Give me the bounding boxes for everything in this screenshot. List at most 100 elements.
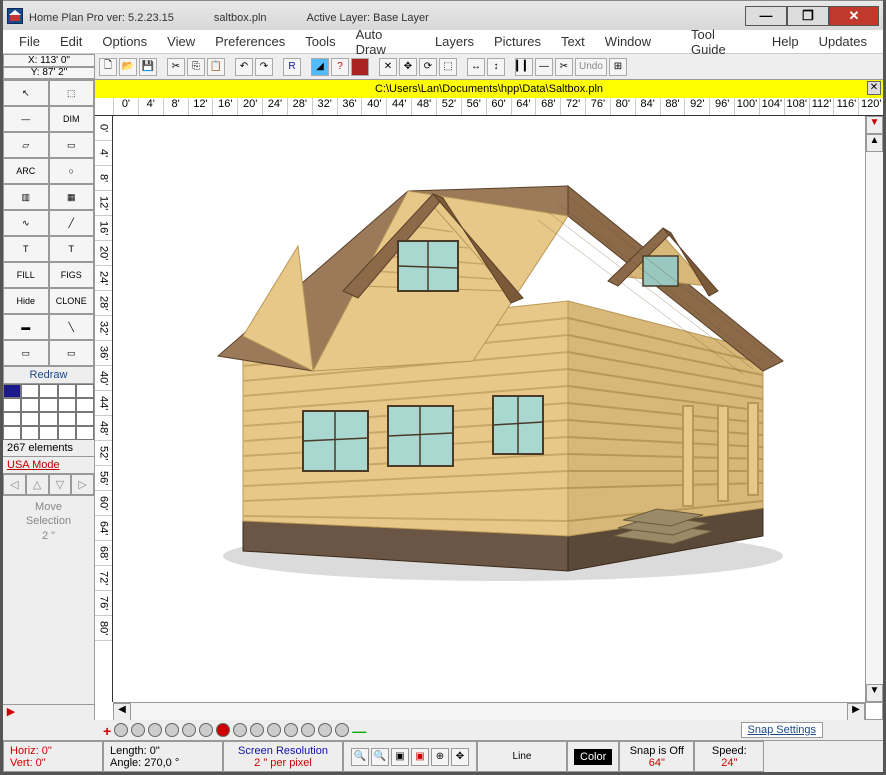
r-icon[interactable]: R: [283, 58, 301, 76]
tool-t[interactable]: T: [49, 236, 95, 262]
zoom-out-icon[interactable]: 🔍: [371, 748, 389, 766]
menu-edit[interactable]: Edit: [50, 31, 92, 52]
status-speed: Speed:24": [694, 741, 764, 772]
tool-clone[interactable]: CLONE: [49, 288, 95, 314]
scrollbar-horizontal[interactable]: ◀ ▶: [113, 702, 865, 720]
trim-icon[interactable]: ✂: [555, 58, 573, 76]
nudge-right-icon: ▷: [71, 474, 94, 495]
undo-label[interactable]: Undo: [575, 58, 607, 76]
title-text: Home Plan Pro ver: 5.2.23.15saltbox.plnA…: [29, 8, 745, 24]
delete-icon[interactable]: ✕: [379, 58, 397, 76]
nudge-arrows[interactable]: ◁△▽▷: [3, 474, 94, 496]
rotate-icon[interactable]: ⟳: [419, 58, 437, 76]
tool-╱[interactable]: ╱: [49, 210, 95, 236]
scroll-left-icon: ◀: [113, 703, 131, 721]
paste-icon[interactable]: 📋: [207, 58, 225, 76]
break-icon[interactable]: —: [535, 58, 553, 76]
scroll-up-icon: ▲: [866, 134, 883, 152]
maximize-button[interactable]: ❐: [787, 6, 829, 26]
tool-▭[interactable]: ▭: [49, 132, 95, 158]
menubar: File Edit Options View Preferences Tools…: [3, 30, 883, 54]
tool-▭[interactable]: ▭: [49, 340, 95, 366]
status-position: Horiz: 0"Vert: 0": [3, 741, 103, 772]
menu-window[interactable]: Window: [595, 31, 661, 52]
tool-▬[interactable]: ▬: [3, 314, 49, 340]
menu-view[interactable]: View: [157, 31, 205, 52]
tool-figs[interactable]: FIGS: [49, 262, 95, 288]
tool-▦[interactable]: ▦: [49, 184, 95, 210]
tool-▥[interactable]: ▥: [3, 184, 49, 210]
scroll-right-icon: ▶: [847, 703, 865, 721]
save-icon[interactable]: 💾: [139, 58, 157, 76]
menu-tools[interactable]: Tools: [295, 31, 345, 52]
menu-help[interactable]: Help: [762, 31, 809, 52]
tool-t[interactable]: T: [3, 236, 49, 262]
tool-▭[interactable]: ▭: [3, 340, 49, 366]
tool-∿[interactable]: ∿: [3, 210, 49, 236]
usa-mode[interactable]: USA Mode: [3, 457, 94, 474]
redraw-button[interactable]: Redraw: [3, 366, 94, 384]
house-rendering: [173, 136, 793, 586]
zoom-window-icon[interactable]: ▣: [391, 748, 409, 766]
snap-settings-link[interactable]: Snap Settings: [741, 722, 824, 738]
ruler-vertical: 0'4'8'12'16'20'24'28'32'36'40'44'48'52'5…: [95, 116, 113, 702]
menu-updates[interactable]: Updates: [809, 31, 877, 52]
move-selection-label: Move Selection 2 ": [3, 496, 94, 547]
exit-icon[interactable]: [351, 58, 369, 76]
fliph-icon[interactable]: ↔: [467, 58, 485, 76]
ruler-horizontal: 0'4'8'12'16'20'24'28'32'36'40'44'48'52'5…: [95, 98, 883, 116]
align-icon[interactable]: ▎▎: [515, 58, 533, 76]
layer-remove-icon[interactable]: —: [352, 723, 366, 737]
tool-hide[interactable]: Hide: [3, 288, 49, 314]
move-icon[interactable]: ✥: [399, 58, 417, 76]
tool-▱[interactable]: ▱: [3, 132, 49, 158]
status-tool: Line: [477, 741, 567, 772]
tool-⬚[interactable]: ⬚: [49, 80, 95, 106]
minimize-button[interactable]: —: [745, 6, 787, 26]
tool-sidebar: ↖⬚—DIM▱▭ARC○▥▦∿╱TTFILLFIGSHideCLONE▬╲▭▭ …: [3, 80, 95, 720]
tool-╲[interactable]: ╲: [49, 314, 95, 340]
coord-x: X: 113' 0": [3, 54, 95, 67]
new-icon[interactable]: 🗋: [99, 58, 117, 76]
help-icon[interactable]: ?: [331, 58, 349, 76]
pan-icon[interactable]: ✥: [451, 748, 469, 766]
scroll-left-icon[interactable]: ▶: [3, 705, 19, 720]
grid-icon[interactable]: ⊞: [609, 58, 627, 76]
flipv-icon[interactable]: ↕: [487, 58, 505, 76]
menu-layers[interactable]: Layers: [425, 31, 484, 52]
menu-text[interactable]: Text: [551, 31, 595, 52]
undo-icon[interactable]: ↶: [235, 58, 253, 76]
tool-arc[interactable]: ARC: [3, 158, 49, 184]
drawing-canvas[interactable]: [113, 116, 865, 702]
color-button[interactable]: Color: [567, 741, 619, 772]
cut-icon[interactable]: ✂: [167, 58, 185, 76]
tool-○[interactable]: ○: [49, 158, 95, 184]
layer-dot[interactable]: [114, 723, 128, 737]
filepath-bar: C:\Users\Lan\Documents\hpp\Data\Saltbox.…: [95, 80, 883, 98]
tool-dim[interactable]: DIM: [49, 106, 95, 132]
scrollbar-vertical[interactable]: ▼ ▲ ▼: [865, 116, 883, 702]
copy-icon[interactable]: ⎘: [187, 58, 205, 76]
color-palette[interactable]: [3, 384, 94, 440]
menu-file[interactable]: File: [9, 31, 50, 52]
zoom-selection-icon[interactable]: ▣: [411, 748, 429, 766]
layer-active-icon[interactable]: [216, 723, 230, 737]
layer-add-icon[interactable]: +: [103, 723, 111, 737]
element-count: 267 elements: [3, 440, 94, 457]
menu-options[interactable]: Options: [92, 31, 157, 52]
menu-pictures[interactable]: Pictures: [484, 31, 551, 52]
tool-—[interactable]: —: [3, 106, 49, 132]
filepath-close-icon[interactable]: ✕: [867, 81, 881, 95]
redo-icon[interactable]: ↷: [255, 58, 273, 76]
open-icon[interactable]: 📂: [119, 58, 137, 76]
status-length-angle: Length: 0"Angle: 270,0 °: [103, 741, 223, 772]
zoom-in-icon[interactable]: 🔍: [351, 748, 369, 766]
tool-↖[interactable]: ↖: [3, 80, 49, 106]
tool-fill[interactable]: FILL: [3, 262, 49, 288]
menu-preferences[interactable]: Preferences: [205, 31, 295, 52]
zoom-fit-icon[interactable]: ⊕: [431, 748, 449, 766]
eraser-icon[interactable]: ◢: [311, 58, 329, 76]
resize-icon[interactable]: ⬚: [439, 58, 457, 76]
main-toolbar: 🗋 📂 💾 ✂ ⎘ 📋 ↶ ↷ R ◢ ? ✕ ✥ ⟳ ⬚ ↔ ↕ ▎▎: [95, 54, 883, 79]
close-button[interactable]: ✕: [829, 6, 879, 26]
